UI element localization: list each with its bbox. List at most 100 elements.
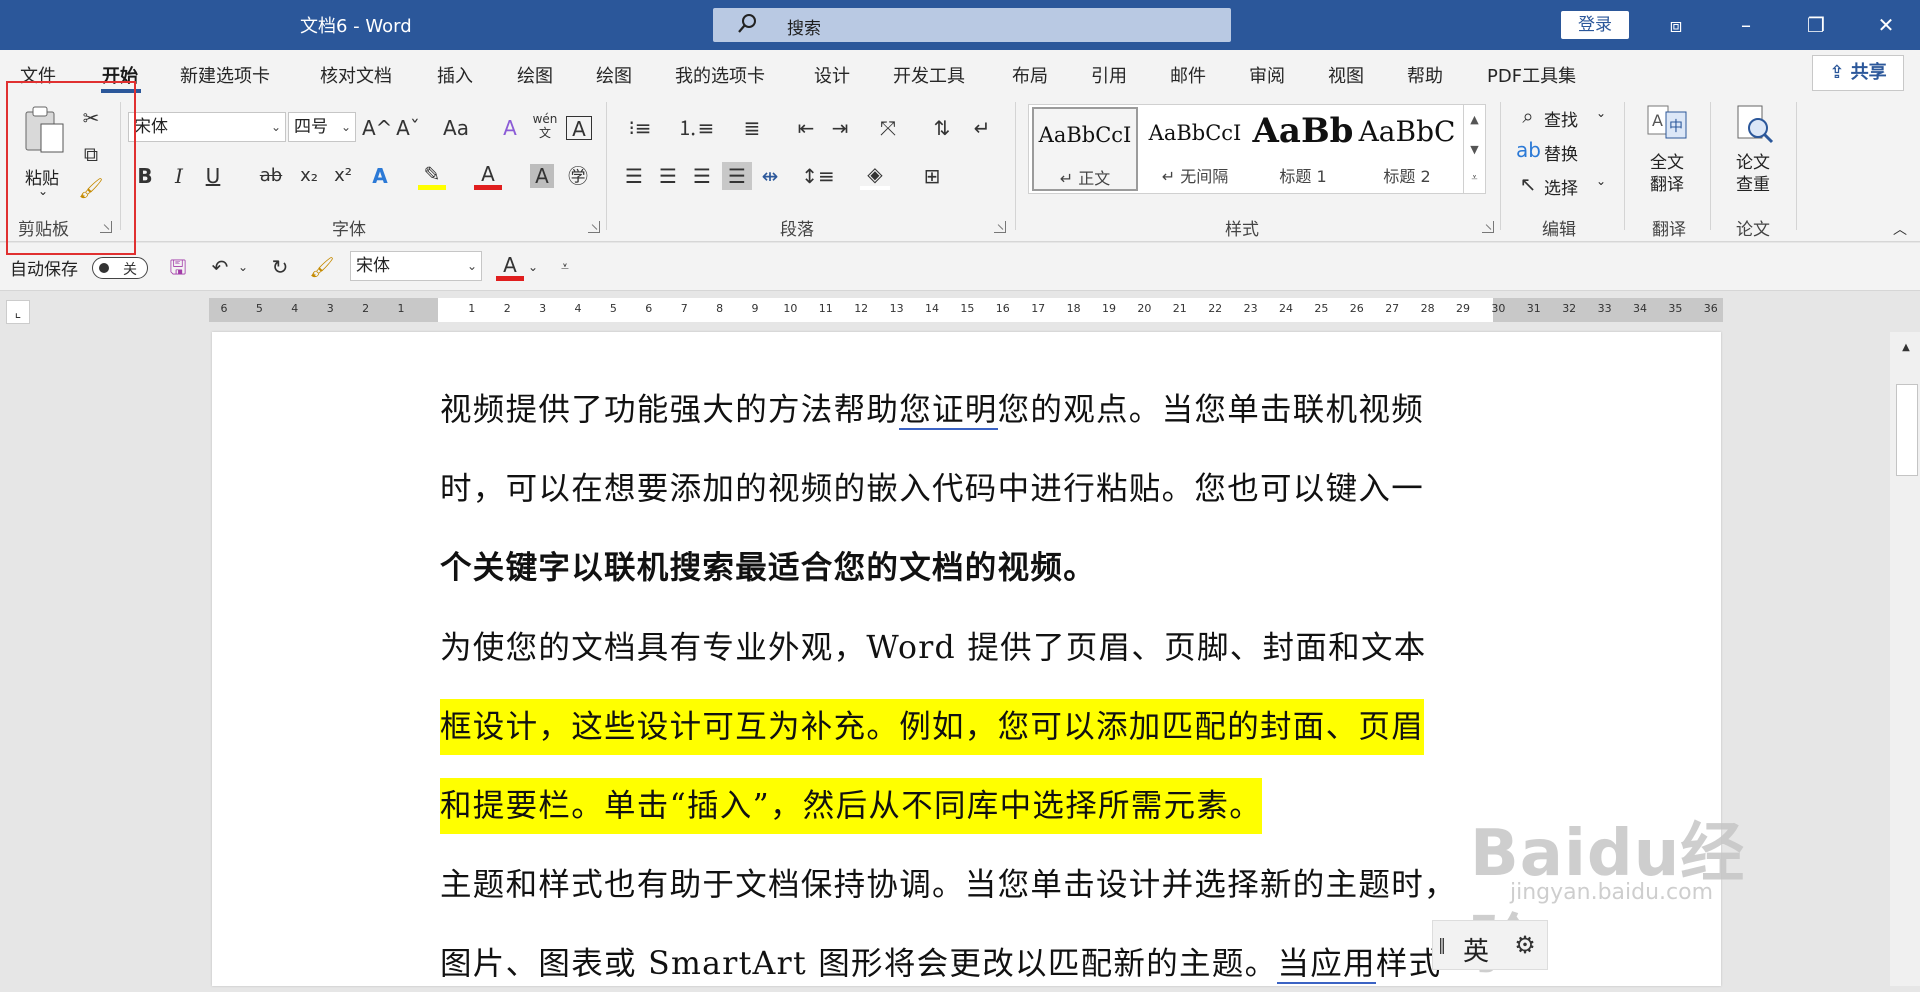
text-direction-icon[interactable]: ⤧ xyxy=(868,116,908,140)
vertical-scrollbar[interactable]: ▲ xyxy=(1890,332,1920,986)
search-box[interactable]: 搜索 xyxy=(713,8,1231,42)
grow-font-icon[interactable]: A^ xyxy=(362,116,392,140)
sort-icon[interactable]: ⇅ xyxy=(928,116,956,140)
font-color-icon[interactable]: A xyxy=(496,253,524,281)
minimize-button[interactable]: – xyxy=(1716,0,1776,50)
character-border-icon[interactable]: A xyxy=(566,116,592,141)
tab-help[interactable]: 帮助 xyxy=(1407,62,1443,88)
autosave-toggle[interactable]: 关 xyxy=(92,257,148,279)
show-marks-icon[interactable]: ↵ xyxy=(968,116,996,140)
enclose-character-icon[interactable]: ㊫ xyxy=(564,164,592,188)
tab-mailings[interactable]: 邮件 xyxy=(1170,62,1206,88)
share-icon: ⇪ xyxy=(1829,62,1851,83)
document-line: 图片、图表或 SmartArt 图形将会更改以匹配新的主题。当应用样式 xyxy=(440,936,1441,992)
italic-button[interactable]: I xyxy=(166,164,192,188)
format-painter-icon[interactable]: 🖌 xyxy=(308,255,336,279)
tab-check-document[interactable]: 核对文档 xyxy=(320,62,392,88)
numbering-icon[interactable]: ⒈≡ xyxy=(676,116,716,140)
tab-insert[interactable]: 插入 xyxy=(437,62,473,88)
decrease-indent-icon[interactable]: ⇤ xyxy=(792,116,820,140)
ime-settings-gear-icon[interactable]: ⚙ xyxy=(1511,933,1539,957)
paper-check-button[interactable]: 论文 查重 xyxy=(1722,104,1786,200)
tab-draw-1[interactable]: 绘图 xyxy=(517,62,553,88)
customize-qat-icon[interactable]: ⩡ xyxy=(556,255,574,279)
shading-icon[interactable]: ◈ xyxy=(860,162,890,190)
full-text-translate-button[interactable]: A 中 全文 翻译 xyxy=(1636,104,1700,200)
select-button[interactable]: ↖ 选择 ⌄ xyxy=(1516,172,1616,199)
tab-view[interactable]: 视图 xyxy=(1328,62,1364,88)
style-normal[interactable]: AaBbCcI ↵ 正文 xyxy=(1032,107,1138,191)
character-shading-icon[interactable]: A xyxy=(530,164,554,188)
toggle-knob xyxy=(99,263,109,273)
ime-toolbar[interactable]: ‖ 英 ⚙ xyxy=(1432,920,1548,970)
tab-review[interactable]: 审阅 xyxy=(1249,62,1285,88)
tab-design[interactable]: 设计 xyxy=(814,62,850,88)
change-case-icon[interactable]: Aa xyxy=(436,116,476,140)
more-styles-icon[interactable]: ⩡ xyxy=(1463,163,1485,193)
phonetic-guide-icon[interactable]: wén 文 xyxy=(530,112,560,140)
borders-icon[interactable]: ⊞ xyxy=(912,164,952,188)
font-color-icon[interactable]: A xyxy=(474,162,502,190)
save-icon[interactable]: 🖫 xyxy=(164,255,192,279)
grammar-underlined-text[interactable]: 当应用 xyxy=(1277,946,1376,984)
underline-button[interactable]: U xyxy=(200,164,226,188)
tab-my-tab[interactable]: 我的选项卡 xyxy=(675,62,765,88)
style-heading-1[interactable]: AaBb 标题 1 xyxy=(1250,107,1356,191)
style-heading-2[interactable]: AaBbC 标题 2 xyxy=(1354,107,1460,191)
justify-icon[interactable]: ☰ xyxy=(722,162,752,190)
increase-indent-icon[interactable]: ⇥ xyxy=(826,116,854,140)
undo-icon[interactable]: ↶ xyxy=(206,255,234,279)
distributed-icon[interactable]: ⇹ xyxy=(756,164,784,188)
line-spacing-icon[interactable]: ↕≡ xyxy=(796,164,840,188)
ruler-number: 6 xyxy=(220,302,228,315)
replace-button[interactable]: ab 替换 xyxy=(1516,138,1616,165)
find-label: 查找 xyxy=(1544,111,1578,131)
font-size-combo[interactable]: 四号 ⌄ xyxy=(288,112,356,142)
redo-icon[interactable]: ↻ xyxy=(266,255,294,279)
multilevel-list-icon[interactable]: ≣ xyxy=(730,116,774,140)
strikethrough-button[interactable]: ab xyxy=(256,164,286,188)
collapse-ribbon-icon[interactable]: ︿ xyxy=(1888,218,1912,242)
align-right-icon[interactable]: ☰ xyxy=(688,164,716,188)
tab-layout[interactable]: 布局 xyxy=(1012,62,1048,88)
ribbon-display-options-button[interactable]: ⧈ xyxy=(1646,0,1706,50)
scroll-up-icon[interactable]: ▲ xyxy=(1463,105,1485,135)
ruler-number: 35 xyxy=(1668,302,1683,315)
scroll-down-icon[interactable]: ▼ xyxy=(1463,135,1485,165)
align-center-icon[interactable]: ☰ xyxy=(654,164,682,188)
maximize-button[interactable]: ❐ xyxy=(1786,0,1846,50)
ime-language[interactable]: 英 xyxy=(1463,931,1489,968)
scroll-up-arrow-icon[interactable]: ▲ xyxy=(1898,336,1914,360)
font-name-combo[interactable]: 宋体 ⌄ xyxy=(128,112,286,142)
tab-references[interactable]: 引用 xyxy=(1091,62,1127,88)
text-effects-icon[interactable]: A xyxy=(366,164,394,188)
style-no-spacing[interactable]: AaBbCcI ↵ 无间隔 xyxy=(1142,107,1248,191)
align-left-icon[interactable]: ☰ xyxy=(620,164,648,188)
superscript-button[interactable]: x² xyxy=(328,164,358,188)
clear-formatting-icon[interactable]: A xyxy=(496,116,524,140)
highlight-icon[interactable]: ✎ xyxy=(418,162,446,190)
tab-draw-2[interactable]: 绘图 xyxy=(596,62,632,88)
tab-developer[interactable]: 开发工具 xyxy=(893,62,965,88)
login-button[interactable]: 登录 xyxy=(1561,11,1629,39)
undo-dropdown-icon[interactable]: ⌄ xyxy=(236,255,250,279)
grammar-underlined-text[interactable]: 您证明 xyxy=(899,392,998,430)
tab-pdf-tools[interactable]: PDF工具集 xyxy=(1487,62,1576,88)
styles-dialog-launcher-icon[interactable] xyxy=(1482,221,1494,233)
close-icon: ✕ xyxy=(1877,13,1895,37)
ime-drag-handle-icon[interactable]: ‖ xyxy=(1437,933,1447,957)
close-button[interactable]: ✕ xyxy=(1856,0,1916,50)
paragraph-dialog-launcher-icon[interactable] xyxy=(994,221,1006,233)
font-dialog-launcher-icon[interactable] xyxy=(588,221,600,233)
ruler-number: 36 xyxy=(1703,302,1718,315)
subscript-button[interactable]: x₂ xyxy=(294,164,324,188)
find-button[interactable]: ⌕ 查找 ⌄ xyxy=(1516,104,1616,131)
scrollbar-thumb[interactable] xyxy=(1896,384,1918,476)
tab-new-tab[interactable]: 新建选项卡 xyxy=(180,62,270,88)
qat-font-combo[interactable]: 宋体 ⌄ xyxy=(350,251,482,281)
tab-stop-selector-icon[interactable]: ⌞ xyxy=(6,300,30,324)
shrink-font-icon[interactable]: Aˇ xyxy=(394,116,422,140)
font-color-dropdown-icon[interactable]: ⌄ xyxy=(526,255,540,279)
share-button[interactable]: ⇪ 共享 xyxy=(1812,55,1904,91)
bullets-icon[interactable]: ⁝≡ xyxy=(620,116,660,140)
